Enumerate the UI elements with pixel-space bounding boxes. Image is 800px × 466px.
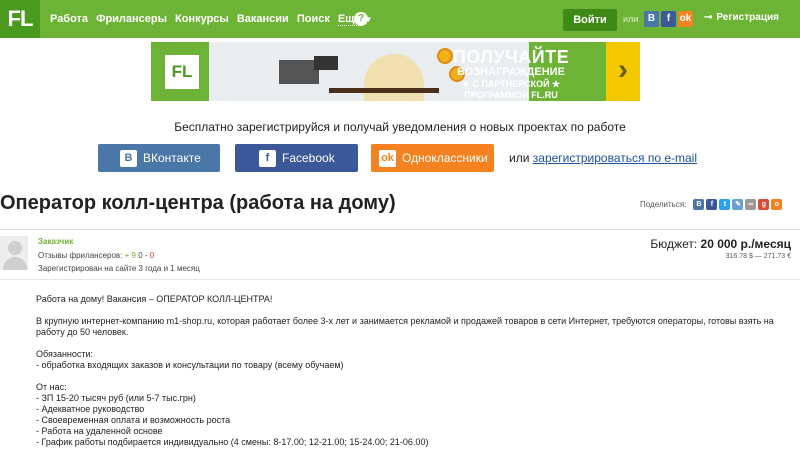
offer-item: - График работы подбирается индивидуальн…: [36, 437, 429, 447]
share-label: Поделиться:: [640, 200, 687, 209]
facebook-icon[interactable]: f: [661, 11, 676, 27]
duty-item: - обработка входящих заказов и консульта…: [36, 360, 344, 370]
top-navbar: FL Работа Фрилансеры Конкурсы Вакансии П…: [0, 0, 800, 38]
email-register-link[interactable]: зарегистрироваться по e-mail: [533, 151, 697, 165]
vk-icon[interactable]: В: [644, 11, 659, 27]
main-nav: Работа Фрилансеры Конкурсы Вакансии Поис…: [50, 0, 391, 38]
offer-item: - Работа на удаленной основе: [36, 426, 163, 436]
facebook-icon: f: [259, 149, 276, 167]
twitter-share-icon[interactable]: t: [719, 199, 731, 210]
reviews-neutral[interactable]: 0: [138, 251, 142, 260]
duties-title: Обязанности:: [36, 349, 94, 359]
wallet-illustration: [314, 56, 338, 70]
google-plus-share-icon[interactable]: g: [758, 199, 770, 210]
email-register-line: или зарегистрироваться по e-mail: [509, 151, 697, 165]
ok-share-icon[interactable]: o: [771, 199, 783, 210]
offer-title: От нас:: [36, 382, 67, 392]
description-paragraph: В крупную интернет-компанию m1-shop.ru, …: [36, 316, 774, 337]
offer-item: - Адекватное руководство: [36, 404, 145, 414]
budget-converted: 316.78 $ — 271.73 €: [725, 253, 791, 260]
avatar[interactable]: [0, 236, 28, 270]
or-label: или: [509, 151, 530, 165]
ok-register-label: Одноклассники: [402, 151, 488, 165]
nav-vacancies[interactable]: Вакансии: [237, 13, 289, 25]
register-link[interactable]: ⊸ Регистрация: [704, 12, 779, 23]
reviews-positive[interactable]: + 9: [125, 251, 136, 260]
fl-logo[interactable]: FL: [0, 0, 40, 38]
facebook-register-label: Facebook: [282, 151, 335, 165]
login-button[interactable]: Войти: [563, 9, 617, 31]
person-illustration: [364, 54, 424, 101]
odnoklassniki-icon: ok: [379, 149, 396, 167]
budget-label: Бюджет:: [650, 237, 698, 251]
facebook-register-button[interactable]: f Facebook: [235, 144, 358, 172]
banner-text: ПОЛУЧАЙТЕ ВОЗНАГРАЖДЕНИЕ ★ С ПАРТНЕРСКОЙ…: [416, 48, 606, 101]
offer-item: - ЗП 15-20 тысяч руб (или 5-7 тыс.грн): [36, 393, 196, 403]
project-description: Работа на дому! Вакансия – ОПЕРАТОР КОЛЛ…: [36, 294, 796, 448]
divider: [0, 279, 800, 280]
link-share-icon[interactable]: ∞: [745, 199, 757, 210]
avatar-body: [3, 257, 27, 270]
share-bar: Поделиться: В f t ✎ ∞ g o: [640, 199, 784, 210]
or-label: или: [623, 14, 639, 24]
budget: Бюджет: 20 000 р./месяц: [650, 237, 791, 251]
banner-line-3: ★ С ПАРТНЕРСКОЙ ★: [461, 79, 561, 89]
reviews-negative[interactable]: 0: [150, 251, 154, 260]
banner-logo: FL: [165, 55, 199, 89]
help-icon[interactable]: ?: [354, 12, 368, 26]
banner-line-1: ПОЛУЧАЙТЕ: [452, 47, 570, 67]
vk-register-button[interactable]: В ВКонтакте: [98, 144, 220, 172]
nav-contests[interactable]: Конкурсы: [175, 13, 229, 25]
vk-register-label: ВКонтакте: [143, 151, 201, 165]
vk-share-icon[interactable]: В: [693, 199, 705, 210]
reviews-label: Отзывы фрилансеров:: [38, 251, 123, 260]
nav-search[interactable]: Поиск: [297, 13, 330, 25]
odnoklassniki-icon[interactable]: ok: [678, 11, 693, 27]
employer-role[interactable]: Заказчик: [38, 237, 73, 246]
employer-registered: Зарегистрирован на сайте 3 года и 1 меся…: [38, 264, 200, 273]
livejournal-share-icon[interactable]: ✎: [732, 199, 744, 210]
nav-freelancers[interactable]: Фрилансеры: [96, 13, 167, 25]
page-title: Оператор колл-центра (работа на дому): [0, 192, 396, 214]
register-message: Бесплатно зарегистрируйся и получай увед…: [174, 120, 626, 134]
description-intro: Работа на дому! Вакансия – ОПЕРАТОР КОЛЛ…: [36, 294, 273, 304]
divider: [0, 229, 800, 230]
monitor-illustration: [279, 60, 319, 84]
register-link-label: Регистрация: [716, 12, 779, 23]
facebook-share-icon[interactable]: f: [706, 199, 718, 210]
vk-icon: В: [120, 149, 137, 167]
banner-line-4: ПРОГРАММОЙ FL.RU: [464, 90, 558, 100]
avatar-head: [8, 241, 22, 255]
banner-line-2: ВОЗНАГРАЖДЕНИЕ: [457, 66, 565, 78]
ok-register-button[interactable]: ok Одноклассники: [371, 144, 494, 172]
chevron-right-icon[interactable]: ›: [606, 42, 640, 101]
nav-work[interactable]: Работа: [50, 13, 88, 25]
budget-value: 20 000 р./месяц: [700, 237, 791, 251]
employer-reviews: Отзывы фрилансеров: + 9 0 - 0: [38, 251, 154, 260]
key-icon: ⊸: [704, 12, 713, 23]
affiliate-banner[interactable]: FL ПОЛУЧАЙТЕ ВОЗНАГРАЖДЕНИЕ ★ С ПАРТНЕРС…: [151, 42, 640, 101]
offer-item: - Своевременная оплата и возможность рос…: [36, 415, 231, 425]
reviews-sep: -: [144, 251, 148, 260]
